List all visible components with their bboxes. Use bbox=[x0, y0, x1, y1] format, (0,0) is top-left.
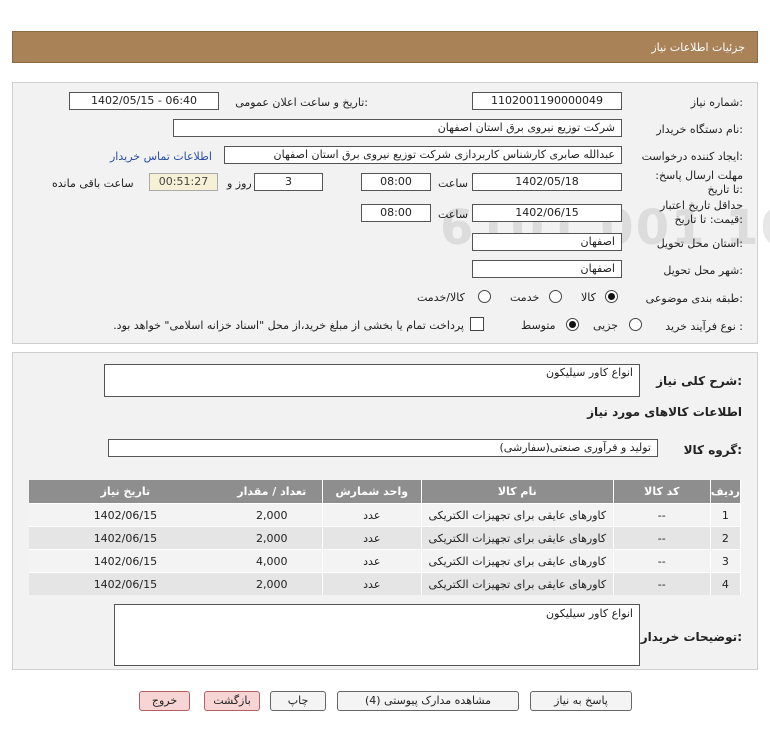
goods-table: ردیف کد کالا نام کالا واحد شمارش تعداد /… bbox=[29, 480, 742, 595]
goods-group-field: تولید و فرآوری صنعتی(سفارشی) bbox=[108, 439, 658, 457]
delivery-province-label: استان محل تحویل: bbox=[656, 237, 743, 250]
validity-date-field: 1402/06/15 bbox=[472, 204, 622, 222]
remaining-time-label: ساعت باقی مانده bbox=[52, 177, 134, 190]
back-button[interactable]: بازگشت bbox=[204, 691, 260, 711]
product-name-cell: کاورهای عایقی برای تجهیزات الکتریکی bbox=[421, 572, 614, 595]
reply-button[interactable]: پاسخ به نیاز bbox=[530, 691, 632, 711]
category-label: طبقه بندی موضوعی: bbox=[645, 292, 743, 305]
quantity-cell: 4,000 bbox=[221, 549, 323, 573]
col-need-date: تاریخ نیاز bbox=[29, 480, 222, 504]
deadline-label: مهلت ارسال پاسخ: تا تاریخ: bbox=[655, 169, 743, 196]
goods-table-header: ردیف کد کالا نام کالا واحد شمارش تعداد /… bbox=[29, 480, 742, 504]
process-minor-radio[interactable] bbox=[629, 318, 642, 331]
page-header: جزئیات اطلاعات نیاز bbox=[12, 31, 758, 63]
delivery-city-field: اصفهان bbox=[472, 260, 622, 278]
product-name-cell: کاورهای عایقی برای تجهیزات الکتریکی bbox=[421, 549, 614, 573]
unit-cell: عدد bbox=[322, 526, 422, 550]
deadline-time-label: ساعت bbox=[438, 177, 468, 190]
deadline-days-field: 3 bbox=[254, 173, 323, 191]
category-goods-label: کالا bbox=[581, 291, 596, 304]
treasury-payment-checkbox[interactable] bbox=[470, 317, 484, 331]
summary-label: شرح کلی نیاز: bbox=[656, 374, 742, 388]
page-title: جزئیات اطلاعات نیاز bbox=[651, 41, 745, 54]
col-row: ردیف bbox=[710, 480, 742, 504]
validity-label: حداقل تاریخ اعتبار قیمت: تا تاریخ: bbox=[659, 199, 743, 226]
category-goods-service-radio[interactable] bbox=[478, 290, 491, 303]
announce-datetime-field: 1402/05/15 - 06:40 bbox=[69, 92, 219, 110]
col-code: کد کالا bbox=[613, 480, 711, 504]
buyer-org-field: شرکت توزیع نیروی برق استان اصفهان bbox=[173, 119, 622, 137]
remaining-time-field: 00:51:27 bbox=[149, 173, 218, 191]
quantity-cell: 2,000 bbox=[221, 526, 323, 550]
table-row: 1 -- کاورهای عایقی برای تجهیزات الکتریکی عد… bbox=[29, 503, 742, 527]
unit-cell: عدد bbox=[322, 549, 422, 573]
product-code-cell: -- bbox=[613, 503, 711, 527]
row-number-cell: 3 bbox=[710, 549, 742, 573]
print-button[interactable]: چاپ bbox=[270, 691, 326, 711]
category-goods-radio[interactable] bbox=[605, 290, 618, 303]
treasury-payment-note: پرداخت تمام یا بخشی از مبلغ خرید،از محل … bbox=[113, 319, 464, 332]
goods-group-label: گروه کالا: bbox=[683, 443, 742, 457]
exit-button[interactable]: خروج bbox=[139, 691, 190, 711]
product-code-cell: -- bbox=[613, 572, 711, 595]
col-name: نام کالا bbox=[421, 480, 614, 504]
product-name-cell: کاورهای عایقی برای تجهیزات الکتریکی bbox=[421, 503, 614, 527]
table-row: 4 -- کاورهای عایقی برای تجهیزات الکتریکی عد… bbox=[29, 572, 742, 595]
unit-cell: عدد bbox=[322, 503, 422, 527]
process-medium-radio[interactable] bbox=[566, 318, 579, 331]
requester-label: ایجاد کننده درخواست: bbox=[641, 150, 743, 163]
buyer-contact-link[interactable]: اطلاعات تماس خریدار bbox=[110, 150, 212, 163]
quantity-cell: 2,000 bbox=[221, 572, 323, 595]
buyer-notes-label: توضیحات خریدار: bbox=[640, 630, 742, 644]
need-date-cell: 1402/06/15 bbox=[29, 503, 222, 527]
row-number-cell: 2 bbox=[710, 526, 742, 550]
category-service-label: خدمت bbox=[510, 291, 540, 304]
deadline-date-field: 1402/05/18 bbox=[472, 173, 622, 191]
table-row: 3 -- کاورهای عایقی برای تجهیزات الکتریکی عد… bbox=[29, 549, 742, 573]
product-code-cell: -- bbox=[613, 526, 711, 550]
summary-field: انواع کاور سیلیکون bbox=[104, 364, 640, 397]
process-type-label: نوع فرآیند خرید : bbox=[665, 320, 743, 333]
need-date-cell: 1402/06/15 bbox=[29, 572, 222, 595]
delivery-city-label: شهر محل تحویل: bbox=[663, 264, 743, 277]
product-name-cell: کاورهای عایقی برای تجهیزات الکتریکی bbox=[421, 526, 614, 550]
validity-time-field: 08:00 bbox=[361, 204, 431, 222]
attachments-button[interactable]: مشاهده مدارک پیوستی (4) bbox=[337, 691, 519, 711]
need-number-label: شماره نیاز: bbox=[690, 96, 743, 109]
row-number-cell: 4 bbox=[710, 572, 742, 595]
unit-cell: عدد bbox=[322, 572, 422, 595]
table-row: 2 -- کاورهای عایقی برای تجهیزات الکتریکی عد… bbox=[29, 526, 742, 550]
row-number-cell: 1 bbox=[710, 503, 742, 527]
deadline-days-label: روز و bbox=[227, 177, 252, 190]
col-qty: تعداد / مقدار bbox=[221, 480, 323, 504]
announce-datetime-label: تاریخ و ساعت اعلان عمومی: bbox=[235, 96, 368, 109]
buyer-org-label: نام دستگاه خریدار: bbox=[656, 123, 743, 136]
col-unit: واحد شمارش bbox=[322, 480, 422, 504]
need-number-field: 1102001190000049 bbox=[472, 92, 622, 110]
category-service-radio[interactable] bbox=[549, 290, 562, 303]
validity-time-label: ساعت bbox=[438, 208, 468, 221]
process-medium-label: متوسط bbox=[521, 319, 556, 332]
delivery-province-field: اصفهان bbox=[472, 233, 622, 251]
deadline-time-field: 08:00 bbox=[361, 173, 431, 191]
buyer-notes-field: انواع کاور سیلیکون bbox=[114, 604, 640, 666]
goods-section-title: اطلاعات کالاهای مورد نیاز bbox=[587, 405, 742, 419]
process-minor-label: جزیی bbox=[593, 319, 619, 332]
category-goods-service-label: کالا/خدمت bbox=[417, 291, 465, 304]
need-date-cell: 1402/06/15 bbox=[29, 549, 222, 573]
need-date-cell: 1402/06/15 bbox=[29, 526, 222, 550]
product-code-cell: -- bbox=[613, 549, 711, 573]
quantity-cell: 2,000 bbox=[221, 503, 323, 527]
requester-field: عبدالله صابری کارشناس کاربردازی شرکت توز… bbox=[224, 146, 622, 164]
